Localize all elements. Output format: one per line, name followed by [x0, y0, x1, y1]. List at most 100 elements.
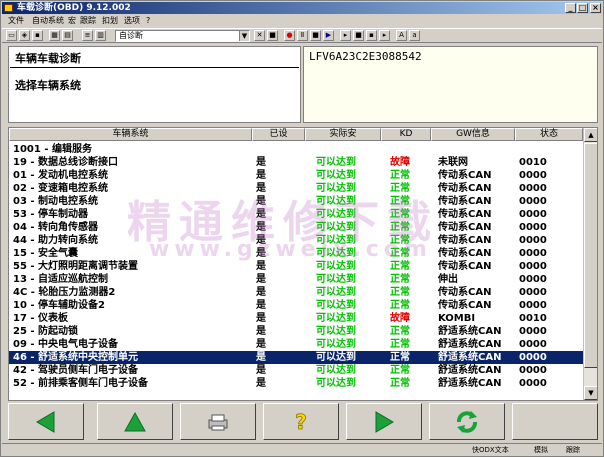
app-icon [4, 4, 13, 12]
mode-combo[interactable]: 自诊断 ▼ [115, 30, 250, 42]
list-icon[interactable]: ≡ [82, 30, 93, 41]
back-button[interactable] [8, 403, 84, 440]
status-odx: 快ODX文本 [472, 446, 509, 454]
cell-actual: 可以达到 [316, 287, 356, 298]
cell-kd: 正常 [390, 339, 410, 350]
vin-panel: LFV6A23C2E3088542 [303, 46, 598, 123]
info-subtitle: 选择车辆系统 [15, 79, 81, 92]
header-system[interactable]: 车辆系统 [9, 128, 252, 141]
scroll-down-icon[interactable]: ▼ [584, 386, 597, 400]
cell-status: 0000 [519, 378, 547, 389]
close-button[interactable]: × [590, 3, 601, 13]
header-set[interactable]: 已设 [252, 128, 305, 141]
help-icon: ? [295, 411, 307, 433]
table-row[interactable]: 19 - 数据总线诊断接口 是 可以达到 故障 未联网 0010 [9, 156, 583, 169]
step-icon[interactable]: ▸ [340, 30, 351, 41]
printer-icon [208, 414, 228, 430]
cell-status: 0000 [519, 365, 547, 376]
font-smaller-icon[interactable]: a [409, 30, 420, 41]
stop-small-icon[interactable]: ■ [353, 30, 364, 41]
forward-button[interactable] [346, 403, 422, 440]
cell-status: 0000 [519, 248, 547, 259]
cell-gw: 传动系CAN [438, 248, 492, 259]
stop-small2-icon[interactable]: ▪ [366, 30, 377, 41]
table-row[interactable]: 09 - 中央电气电子设备 是 可以达到 正常 舒适系统CAN 0000 [9, 338, 583, 351]
vertical-scrollbar[interactable]: ▲ ▼ [583, 128, 597, 400]
header-gw-info[interactable]: GW信息 [431, 128, 515, 141]
save-icon[interactable]: ▪ [32, 30, 43, 41]
header-kd[interactable]: KD [381, 128, 431, 141]
menu-trace[interactable]: 跟踪 [80, 15, 96, 27]
cell-set: 是 [256, 365, 266, 376]
cell-set: 是 [256, 287, 266, 298]
cell-system: 1001 - 编辑服务 [13, 144, 92, 155]
table-row[interactable]: 25 - 防起动锁 是 可以达到 正常 舒适系统CAN 0000 [9, 325, 583, 338]
stop-square-icon[interactable]: ■ [310, 30, 321, 41]
font-larger-icon[interactable]: A [396, 30, 407, 41]
menu-file[interactable]: 文件 [8, 15, 24, 27]
cell-gw: 传动系CAN [438, 235, 492, 246]
table-row[interactable]: 1001 - 编辑服务 [9, 143, 583, 156]
cell-system: 09 - 中央电气电子设备 [13, 339, 119, 350]
refresh-button[interactable] [429, 403, 505, 440]
arrow-left-icon [36, 410, 55, 433]
cell-actual: 可以达到 [316, 365, 356, 376]
cell-gw: 传动系CAN [438, 222, 492, 233]
table-row[interactable]: 46 - 舒适系统中央控制单元 是 可以达到 正常 舒适系统CAN 0000 [9, 351, 583, 364]
table-row[interactable]: 52 - 前排乘客侧车门电子设备 是 可以达到 正常 舒适系统CAN 0000 [9, 377, 583, 390]
cell-actual: 可以达到 [316, 300, 356, 311]
cell-system: 52 - 前排乘客侧车门电子设备 [13, 378, 149, 389]
cell-system: 46 - 舒适系统中央控制单元 [13, 352, 139, 363]
menu-auto-system[interactable]: 自动系统 [32, 15, 64, 27]
cell-status: 0000 [519, 287, 547, 298]
cell-set: 是 [256, 378, 266, 389]
header-status[interactable]: 状态 [515, 128, 583, 141]
table-row[interactable]: 4C - 轮胎压力监测器2 是 可以达到 正常 传动系CAN 0000 [9, 286, 583, 299]
document-icon[interactable]: ▤ [62, 30, 73, 41]
info-panel: 车辆车载诊断 选择车辆系统 [8, 46, 301, 123]
record-icon[interactable]: ● [284, 30, 295, 41]
print-button[interactable] [180, 403, 256, 440]
scroll-up-icon[interactable]: ▲ [584, 128, 597, 142]
stop-icon[interactable]: ■ [267, 30, 278, 41]
menu-macro[interactable]: 宏 [68, 15, 76, 27]
cell-status: 0000 [519, 352, 547, 363]
cell-actual: 可以达到 [316, 313, 356, 324]
close-icon[interactable]: ✕ [254, 30, 265, 41]
table-row[interactable]: 13 - 自适应巡航控制 是 可以达到 正常 伸出 0000 [9, 273, 583, 286]
system-list[interactable]: 车辆系统 已设 实际安 KD GW信息 状态 1001 - 编辑服务 19 - 数… [8, 127, 598, 401]
cell-system: 55 - 大灯照明距离调节装置 [13, 261, 139, 272]
up-button[interactable] [97, 403, 173, 440]
window-title: 车载诊断(OBD) 9.12.002 [17, 3, 131, 13]
maximize-button[interactable]: □ [577, 3, 588, 13]
menu-help[interactable]: ? [146, 15, 150, 27]
forward-icon[interactable]: ▸ [379, 30, 390, 41]
cell-system: 03 - 制动电控系统 [13, 196, 99, 207]
header-actual[interactable]: 实际安 [305, 128, 381, 141]
cell-kd: 正常 [390, 326, 410, 337]
cell-kd: 正常 [390, 274, 410, 285]
help-button[interactable]: ? [263, 403, 339, 440]
table-row[interactable]: 42 - 驾驶员侧车门电子设备 是 可以达到 正常 舒适系统CAN 0000 [9, 364, 583, 377]
play-icon[interactable]: ▶ [323, 30, 334, 41]
cell-system: 25 - 防起动锁 [13, 326, 79, 337]
open-icon[interactable]: ▭ [6, 30, 17, 41]
menu-print[interactable]: 扣划 [102, 15, 118, 27]
extra-button[interactable] [512, 403, 598, 440]
cell-gw: 传动系CAN [438, 261, 492, 272]
mode-combo-value: 自诊断 [119, 31, 143, 40]
table-row[interactable]: 10 - 停车辅助设备2 是 可以达到 正常 传动系CAN 0000 [9, 299, 583, 312]
tools-icon[interactable]: ▦ [49, 30, 60, 41]
cell-status: 0010 [519, 313, 547, 324]
menu-options[interactable]: 选项 [124, 15, 140, 27]
minimize-button[interactable]: _ [565, 3, 576, 13]
cell-actual: 可以达到 [316, 157, 356, 168]
table-row[interactable]: 17 - 仪表板 是 可以达到 故障 KOMBI 0010 [9, 312, 583, 325]
pause-icon[interactable]: Ⅱ [297, 30, 308, 41]
grid-icon[interactable]: ▥ [95, 30, 106, 41]
table-row[interactable]: 01 - 发动机电控系统 是 可以达到 正常 传动系CAN 0000 [9, 169, 583, 182]
cell-kd: 正常 [390, 352, 410, 363]
chevron-down-icon[interactable]: ▼ [239, 31, 249, 41]
car-icon[interactable]: ◈ [19, 30, 30, 41]
scroll-thumb[interactable] [584, 143, 597, 368]
